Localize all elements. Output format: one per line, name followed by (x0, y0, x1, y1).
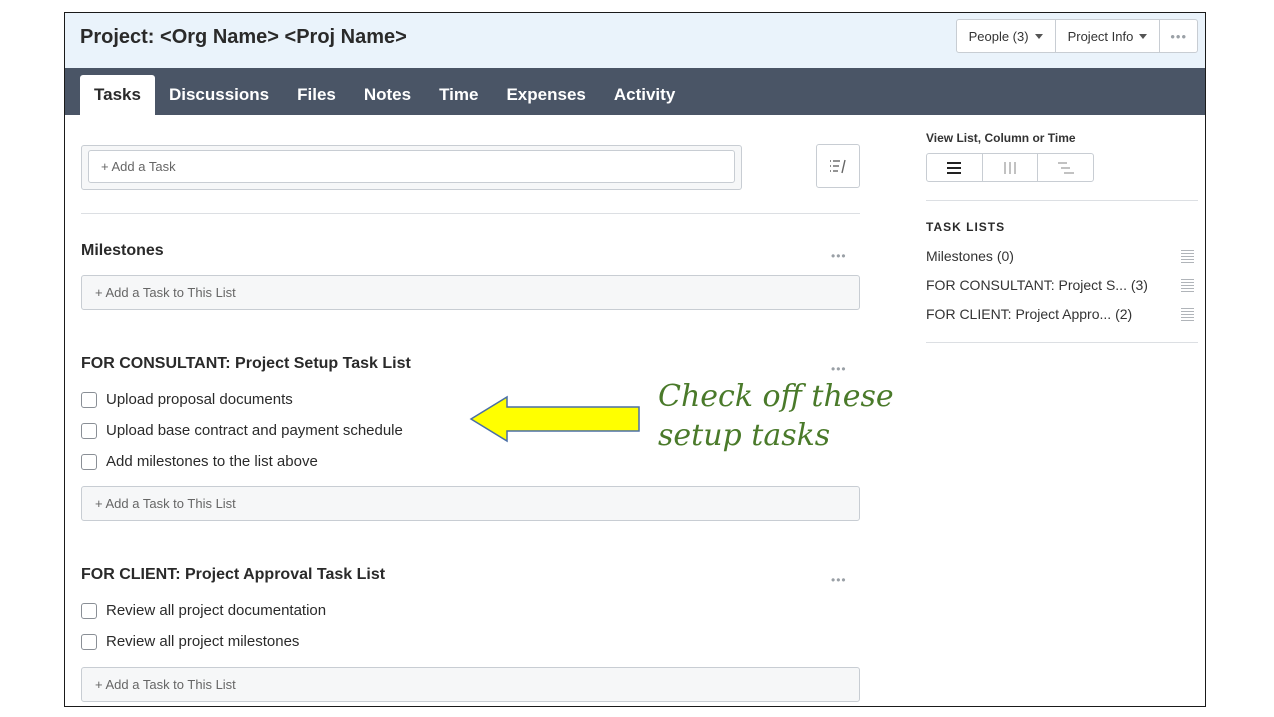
sidebar-list-item[interactable]: FOR CLIENT: Project Appro... (2) (926, 306, 1194, 322)
task-checkbox[interactable] (81, 602, 97, 619)
more-dots-icon: ••• (1170, 28, 1187, 44)
task-label[interactable]: Upload proposal documents (106, 391, 293, 408)
divider (926, 342, 1198, 343)
tab-tasks[interactable]: Tasks (80, 75, 155, 115)
tabs: Tasks Discussions Files Notes Time Expen… (80, 75, 689, 115)
task-checkbox[interactable] (81, 422, 97, 439)
sidebar-item-count: (3) (1130, 277, 1148, 293)
sidebar-list-item[interactable]: Milestones (0) (926, 248, 1194, 264)
add-task-container: + Add a Task (81, 145, 742, 190)
caret-down-icon (1139, 33, 1148, 39)
more-options-button[interactable]: ••• (1160, 20, 1197, 52)
list-more-button[interactable]: ••• (831, 249, 847, 263)
sidebar-item-label: Milestones (926, 248, 993, 264)
sidebar-item-label: FOR CONSULTANT: Project S... (926, 277, 1127, 293)
view-mode-toggle (926, 153, 1094, 182)
list-order-icon (830, 159, 846, 174)
sidebar-list-item[interactable]: FOR CONSULTANT: Project S... (3) (926, 277, 1194, 293)
page-title: Project: <Org Name> <Proj Name> (80, 26, 407, 48)
task-label[interactable]: Review all project milestones (106, 633, 299, 650)
list-more-button[interactable]: ••• (831, 573, 847, 587)
timeline-view-icon (1057, 161, 1074, 174)
add-task-to-list-input[interactable]: + Add a Task to This List (81, 486, 860, 521)
task-checkbox[interactable] (81, 633, 97, 650)
tab-expenses[interactable]: Expenses (492, 75, 599, 115)
drag-handle-icon[interactable] (1181, 250, 1194, 264)
tab-notes[interactable]: Notes (350, 75, 425, 115)
task-lists-heading: TASK LISTS (926, 220, 1006, 234)
reorder-lists-button[interactable] (816, 144, 860, 188)
add-task-to-list-input[interactable]: + Add a Task to This List (81, 275, 860, 310)
project-info-label: Project Info (1067, 28, 1134, 44)
task-label[interactable]: Add milestones to the list above (106, 453, 318, 470)
view-time-button[interactable] (1038, 154, 1093, 181)
drag-handle-icon[interactable] (1181, 308, 1194, 322)
annotation-callout: Check off these setup tasks (658, 377, 894, 455)
list-title-consultant: FOR CONSULTANT: Project Setup Task List (81, 355, 411, 372)
add-task-to-list-input[interactable]: + Add a Task to This List (81, 667, 860, 702)
task-checkbox[interactable] (81, 453, 97, 470)
view-column-button[interactable] (983, 154, 1039, 181)
tab-time[interactable]: Time (425, 75, 492, 115)
task-item: Add milestones to the list above (81, 453, 318, 470)
project-header: Project: <Org Name> <Proj Name> People (… (65, 13, 1205, 68)
list-more-button[interactable]: ••• (831, 362, 847, 376)
task-label[interactable]: Upload base contract and payment schedul… (106, 422, 403, 439)
list-view-icon (947, 161, 962, 174)
view-list-button[interactable] (927, 154, 983, 181)
task-item: Upload base contract and payment schedul… (81, 422, 403, 439)
task-label[interactable]: Review all project documentation (106, 602, 326, 619)
add-task-input[interactable]: + Add a Task (88, 150, 735, 183)
list-title-client: FOR CLIENT: Project Approval Task List (81, 566, 386, 583)
divider (81, 213, 860, 214)
list-title-milestones: Milestones (81, 242, 164, 259)
people-label: People (3) (968, 28, 1029, 44)
tab-bar: Tasks Discussions Files Notes Time Expen… (65, 68, 1205, 115)
annotation-line: Check off these (658, 379, 894, 414)
annotation-line: setup tasks (658, 418, 831, 453)
sidebar-item-count: (2) (1115, 306, 1133, 322)
task-item: Upload proposal documents (81, 391, 293, 408)
people-dropdown[interactable]: People (3) (957, 20, 1056, 52)
app-window: Project: <Org Name> <Proj Name> People (… (64, 12, 1206, 707)
sidebar-item-label: FOR CLIENT: Project Appro... (926, 306, 1112, 322)
header-button-group: People (3) Project Info ••• (955, 19, 1198, 53)
view-mode-label: View List, Column or Time (926, 131, 1076, 145)
tab-files[interactable]: Files (283, 75, 350, 115)
project-info-dropdown[interactable]: Project Info (1056, 20, 1161, 52)
task-item: Review all project milestones (81, 633, 299, 650)
column-view-icon (1004, 161, 1016, 174)
drag-handle-icon[interactable] (1181, 279, 1194, 293)
caret-down-icon (1034, 33, 1043, 39)
sidebar-item-count: (0) (996, 248, 1014, 264)
tab-activity[interactable]: Activity (600, 75, 689, 115)
arrow-left-icon (469, 395, 640, 443)
task-item: Review all project documentation (81, 602, 326, 619)
divider (926, 200, 1198, 201)
task-checkbox[interactable] (81, 391, 97, 408)
tab-discussions[interactable]: Discussions (155, 75, 283, 115)
